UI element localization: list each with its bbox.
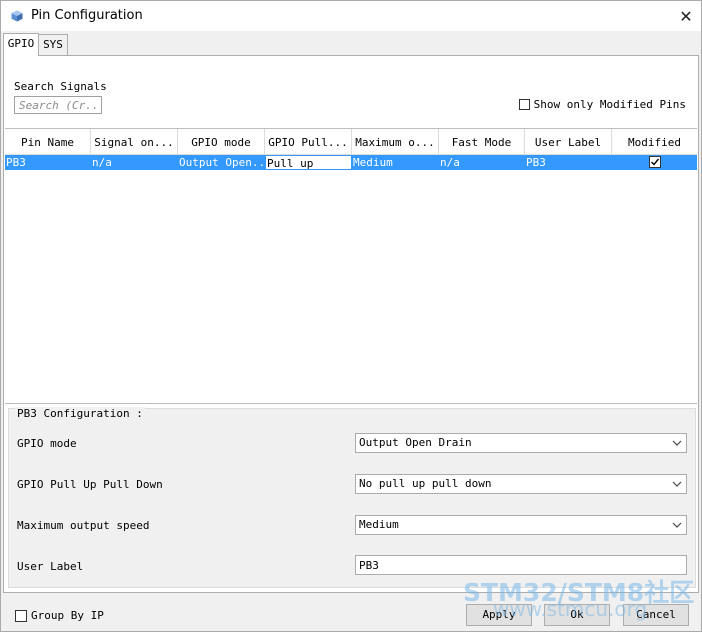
table-header: ^ Pin Name Signal on... GPIO mode GPIO P…	[5, 129, 697, 155]
tab-gpio[interactable]: GPIO	[3, 33, 39, 56]
cell-user-label: PB3	[526, 156, 546, 169]
checkbox-box	[15, 609, 27, 622]
pin-configuration-dialog: Pin Configuration ✕ GPIO SYS Search Sign…	[0, 0, 702, 632]
search-input[interactable]	[14, 96, 102, 114]
show-modified-only-label: Show only Modified Pins	[533, 98, 686, 111]
table-row[interactable]: PB3 n/a Output Open... Pull up Medium n/…	[5, 155, 697, 170]
group-by-ip-checkbox[interactable]: Group By IP	[15, 609, 104, 622]
max-speed-value: Medium	[359, 518, 399, 531]
close-button[interactable]: ✕	[671, 1, 701, 31]
gpio-pull-select[interactable]: No pull up pull down	[355, 474, 687, 494]
chevron-down-icon	[672, 440, 682, 446]
modified-checkbox[interactable]	[649, 156, 661, 168]
sort-ascending-icon: ^	[5, 129, 90, 135]
column-header-pin-name[interactable]: ^ Pin Name	[5, 129, 91, 154]
ok-button[interactable]: Ok	[544, 604, 610, 626]
show-modified-only-checkbox[interactable]: Show only Modified Pins	[518, 98, 686, 111]
gpio-pull-label: GPIO Pull Up Pull Down	[17, 478, 163, 491]
max-speed-select[interactable]: Medium	[355, 515, 687, 535]
tab-sys[interactable]: SYS	[38, 34, 68, 55]
cancel-button[interactable]: Cancel	[623, 604, 689, 626]
pin-configuration-group: PB3 Configuration : GPIO mode Output Ope…	[8, 407, 696, 588]
app-cube-icon	[11, 10, 23, 22]
gpio-mode-label: GPIO mode	[17, 437, 77, 450]
user-label-label: User Label	[17, 560, 84, 573]
window-title: Pin Configuration	[31, 8, 143, 23]
chevron-down-icon	[672, 522, 682, 528]
chevron-down-icon	[672, 481, 682, 487]
user-label-input[interactable]	[355, 555, 687, 575]
cell-signal: n/a	[92, 156, 112, 169]
column-header-user-label[interactable]: User Label	[525, 129, 612, 154]
cell-gpio-mode: Output Open...	[179, 156, 265, 169]
gpio-mode-value: Output Open Drain	[359, 436, 472, 449]
pin-table: ^ Pin Name Signal on... GPIO mode GPIO P…	[5, 128, 697, 404]
max-speed-label: Maximum output speed	[17, 519, 150, 532]
title-bar: Pin Configuration ✕	[1, 1, 701, 31]
close-icon: ✕	[679, 6, 693, 26]
cell-fast-mode: n/a	[440, 156, 460, 169]
cell-modified	[612, 155, 697, 170]
column-header-gpio-pull[interactable]: GPIO Pull...	[265, 129, 352, 154]
search-signals-label: Search Signals	[14, 80, 107, 93]
group-by-ip-label: Group By IP	[31, 609, 104, 622]
apply-button[interactable]: Apply	[466, 604, 532, 626]
column-header-signal[interactable]: Signal on...	[91, 129, 178, 154]
column-header-fast-mode[interactable]: Fast Mode	[439, 129, 525, 154]
gpio-tab-panel: Search Signals Show only Modified Pins ^…	[3, 55, 699, 593]
cell-gpio-pull[interactable]: Pull up	[265, 155, 352, 170]
group-title: PB3 Configuration :	[15, 407, 145, 420]
checkbox-box	[518, 99, 530, 110]
gpio-pull-value: No pull up pull down	[359, 477, 492, 490]
column-header-gpio-mode[interactable]: GPIO mode	[178, 129, 265, 154]
cell-max-speed: Medium	[353, 156, 393, 169]
cell-pin-name: PB3	[6, 156, 26, 169]
column-header-modified[interactable]: Modified	[612, 129, 697, 154]
column-header-max-speed[interactable]: Maximum o...	[352, 129, 439, 154]
checkmark-icon	[651, 158, 660, 166]
gpio-mode-select[interactable]: Output Open Drain	[355, 433, 687, 453]
